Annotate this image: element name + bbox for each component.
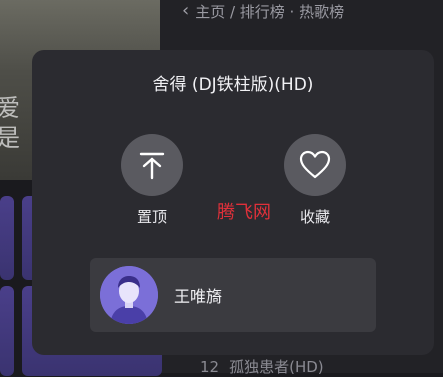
pin-to-top-icon[interactable]	[121, 134, 183, 196]
back-chevron-icon[interactable]: ‹	[182, 2, 189, 20]
list-item-number: 12	[200, 358, 220, 376]
watermark-text: 腾飞网	[217, 202, 271, 223]
list-item[interactable]: 12 孤独患者(HD)	[200, 356, 324, 377]
background-tile	[0, 286, 14, 376]
list-item-title: 孤独患者(HD)	[229, 358, 324, 376]
pin-to-top-label: 置顶	[136, 208, 167, 226]
pin-to-top-button[interactable]: 置顶	[112, 134, 192, 227]
favorite-button[interactable]: 收藏	[275, 134, 355, 227]
avatar-icon	[100, 266, 158, 324]
artist-row[interactable]: 王唯旖	[90, 258, 376, 332]
breadcrumb-text[interactable]: 主页 / 排行榜 · 热歌榜	[195, 1, 344, 22]
breadcrumb: ‹ 主页 / 排行榜 · 热歌榜	[182, 0, 344, 22]
artist-name: 王唯旖	[174, 287, 223, 306]
song-title: 舍得 (DJ铁柱版)(HD)	[152, 75, 314, 95]
background-tile	[0, 196, 14, 280]
song-action-sheet: 舍得 (DJ铁柱版)(HD) 置顶 收藏 腾飞网 王唯旖	[32, 50, 434, 355]
background-lyric-2: 是	[0, 124, 20, 152]
favorite-label: 收藏	[299, 208, 330, 226]
heart-icon[interactable]	[284, 134, 346, 196]
